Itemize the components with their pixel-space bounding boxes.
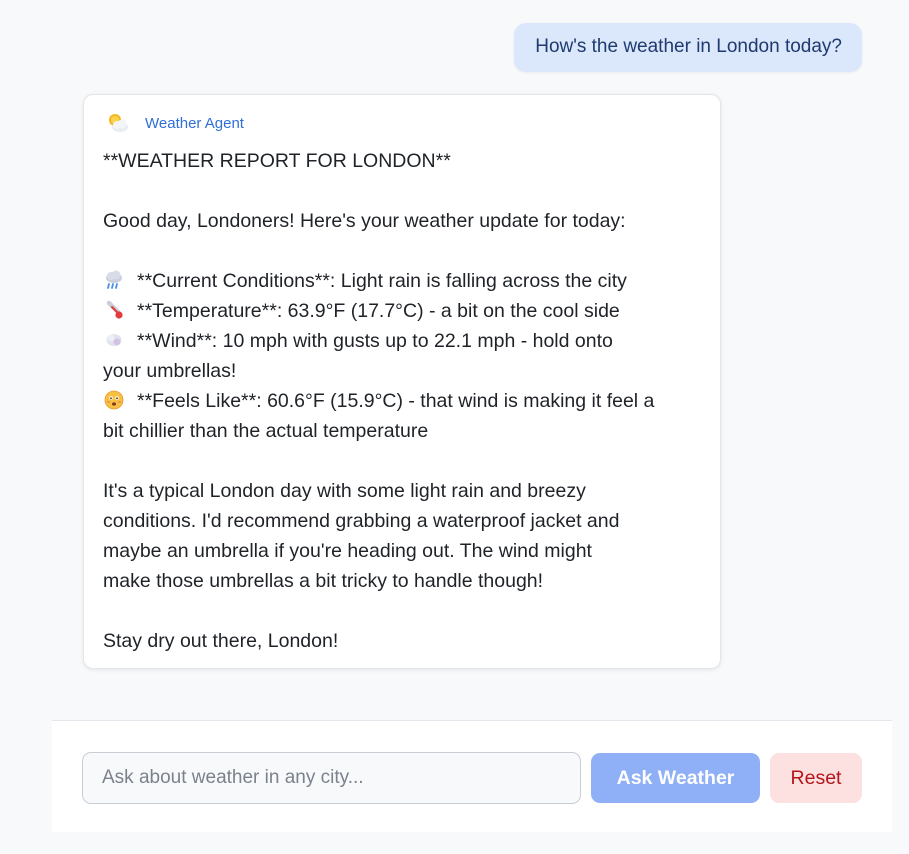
feels-like-text: **Feels Like**: 60.6°F (15.9°C) - that w…	[137, 390, 655, 412]
report-heading: **WEATHER REPORT FOR LONDON**	[103, 150, 451, 172]
signoff-line: Stay dry out there, London!	[103, 630, 339, 652]
chat-area: How's the weather in London today? Weath…	[0, 0, 909, 720]
wind-line: **Wind**: 10 mph with gusts up to 22.1 m…	[103, 326, 701, 356]
agent-message-card: Weather Agent **WEATHER REPORT FOR LONDO…	[83, 94, 721, 669]
agent-message-body: **WEATHER REPORT FOR LONDON** Good day, …	[103, 146, 701, 656]
ask-weather-button[interactable]: Ask Weather	[591, 753, 760, 803]
summary-line: It's a typical London day with some ligh…	[103, 480, 586, 502]
temperature-line: **Temperature**: 63.9°F (17.7°C) - a bit…	[103, 296, 701, 326]
reset-button[interactable]: Reset	[770, 753, 862, 803]
summary-line: maybe an umbrella if you're heading out.…	[103, 540, 592, 562]
user-message-text: How's the weather in London today?	[535, 36, 842, 57]
agent-header: Weather Agent	[103, 112, 701, 134]
feels-like-line: **Feels Like**: 60.6°F (15.9°C) - that w…	[103, 386, 701, 416]
feels-like-line-continued: bit chillier than the actual temperature	[103, 420, 429, 442]
city-query-input[interactable]	[82, 752, 581, 804]
temperature-text: **Temperature**: 63.9°F (17.7°C) - a bit…	[137, 300, 620, 322]
thermometer-icon	[106, 300, 123, 319]
wind-line-continued: your umbrellas!	[103, 360, 237, 382]
cold-face-icon	[104, 390, 124, 410]
greeting-line: Good day, Londoners! Here's your weather…	[103, 210, 626, 232]
agent-name: Weather Agent	[145, 114, 244, 132]
conditions-line: **Current Conditions**: Light rain is fa…	[103, 266, 701, 296]
sun-behind-cloud-icon	[109, 114, 128, 132]
summary-line: make those umbrellas a bit tricky to han…	[103, 570, 544, 592]
conditions-text: **Current Conditions**: Light rain is fa…	[137, 270, 627, 292]
summary-line: conditions. I'd recommend grabbing a wat…	[103, 510, 620, 532]
composer-bar: Ask Weather Reset	[52, 720, 892, 832]
wind-text: **Wind**: 10 mph with gusts up to 22.1 m…	[137, 330, 613, 352]
wind-face-icon	[106, 334, 122, 346]
user-message-bubble: How's the weather in London today?	[514, 23, 862, 72]
cloud-with-rain-icon	[106, 270, 122, 289]
